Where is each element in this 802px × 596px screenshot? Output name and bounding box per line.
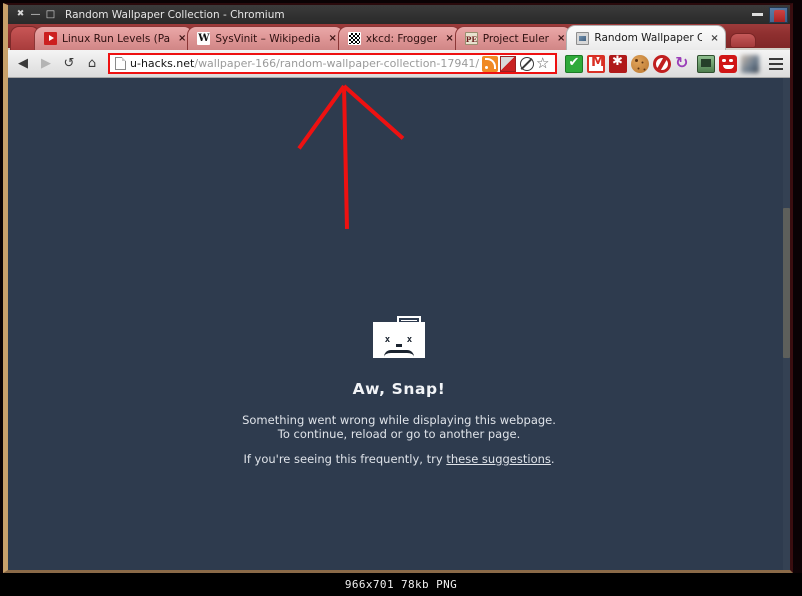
xkcd-icon	[347, 32, 361, 45]
smiley-extension-icon[interactable]	[719, 54, 737, 73]
arrow-right-wing	[342, 84, 405, 140]
tab-title: Project Euler	[482, 32, 549, 45]
error-heading: Aw, Snap!	[352, 380, 446, 398]
back-button[interactable]: ◀	[12, 53, 34, 75]
url-text: u-hacks.net/wallpaper-166/random-wallpap…	[130, 57, 480, 70]
reload-button[interactable]: ↺	[58, 53, 80, 75]
url-host: u-hacks.net	[130, 57, 195, 70]
error-line-3: If you're seeing this frequently, try th…	[8, 452, 790, 467]
window-title: Random Wallpaper Collection - Chromium	[65, 8, 285, 21]
error-line-1: Something went wrong while displaying th…	[242, 413, 556, 427]
tab-title: Random Wallpaper C	[594, 32, 703, 44]
window-right-controls	[752, 5, 788, 24]
folder-nose	[396, 344, 402, 347]
tab-strip: Linux Run Levels (Pa × W SysVinit – Wiki…	[8, 24, 790, 50]
image-info-text: 966x701 78kb PNG	[344, 578, 458, 591]
tab-title: SysVinit – Wikipedia	[215, 32, 321, 45]
tab-random-wallpaper-collection[interactable]: Random Wallpaper C ×	[566, 25, 726, 50]
error-line-3-suffix: .	[550, 452, 555, 466]
address-bar[interactable]: u-hacks.net/wallpaper-166/random-wallpap…	[108, 53, 557, 74]
tab-close-icon[interactable]: ×	[328, 33, 336, 44]
scrollbar-thumb[interactable]	[783, 208, 790, 358]
arrow-left-wing	[297, 84, 346, 150]
error-page: x x Aw, Snap! Something went wrong while…	[8, 316, 790, 467]
folder-frown	[384, 350, 414, 357]
tab-title: xkcd: Frogger	[365, 32, 438, 45]
folder-eye-left: x	[384, 335, 391, 345]
window-minimize-glyph[interactable]	[752, 13, 763, 16]
checkmark-extension-icon[interactable]	[565, 54, 583, 73]
window-maximize-button[interactable]: □	[43, 7, 58, 23]
sad-folder-icon: x x	[373, 316, 425, 358]
window-close-button[interactable]: ✖	[13, 7, 28, 23]
error-line-3-prefix: If you're seeing this frequently, try	[243, 452, 447, 466]
tab-close-icon[interactable]: ×	[710, 33, 718, 44]
home-button[interactable]: ⌂	[81, 53, 103, 75]
cookie-extension-icon[interactable]	[631, 54, 649, 73]
noscript-icon[interactable]	[518, 56, 534, 72]
page-scrollbar[interactable]	[783, 78, 790, 570]
pdf-download-icon[interactable]	[500, 55, 516, 72]
tab-title: Linux Run Levels (Pa	[62, 32, 170, 45]
folder-eye-right: x	[406, 335, 413, 345]
page-info-icon[interactable]	[115, 57, 126, 70]
window-minimize-button[interactable]: —	[28, 7, 43, 23]
url-path: /wallpaper-166/random-wallpaper-collecti…	[194, 57, 480, 70]
gmail-extension-icon[interactable]	[587, 54, 605, 73]
youtube-icon	[44, 32, 57, 45]
tab-close-icon[interactable]: ×	[178, 33, 186, 44]
tab-linux-run-levels[interactable]: Linux Run Levels (Pa ×	[34, 26, 194, 50]
browser-toolbar: ◀ ▶ ↺ ⌂ u-hacks.net/wallpaper-166/random…	[8, 50, 790, 78]
error-line-2: To continue, reload or go to another pag…	[277, 426, 521, 441]
window-thumbnail-icon[interactable]	[769, 6, 788, 23]
status-bar: 966x701 78kb PNG	[0, 573, 802, 596]
generic-page-icon	[576, 31, 590, 45]
project-euler-icon: PE	[464, 32, 478, 45]
browser-window-inner: ✖ — □ Random Wallpaper Collection - Chro…	[8, 5, 790, 570]
rss-feed-icon[interactable]	[482, 55, 498, 72]
folder-body: x x	[373, 322, 425, 358]
arrow-shaft	[342, 86, 349, 229]
adblock-extension-icon[interactable]	[653, 54, 671, 73]
tab-project-euler[interactable]: PE Project Euler ×	[454, 26, 573, 50]
tab-close-icon[interactable]: ×	[445, 33, 453, 44]
these-suggestions-link[interactable]: these suggestions	[446, 452, 551, 466]
screenshot-root: ✖ — □ Random Wallpaper Collection - Chro…	[0, 0, 802, 596]
hamburger-menu-icon[interactable]	[766, 55, 786, 73]
monitor-extension-icon[interactable]	[697, 54, 715, 73]
refresh-purple-extension-icon[interactable]	[675, 53, 693, 73]
asterisk-extension-icon[interactable]	[609, 54, 627, 73]
user-avatar-icon[interactable]	[741, 54, 759, 73]
tab-sysvinit-wikipedia[interactable]: W SysVinit – Wikipedia ×	[187, 26, 344, 50]
tab-xkcd-frogger[interactable]: xkcd: Frogger ×	[337, 26, 461, 50]
bookmark-star-icon[interactable]	[536, 55, 552, 72]
wikipedia-icon: W	[197, 32, 211, 45]
title-bar: ✖ — □ Random Wallpaper Collection - Chro…	[8, 5, 790, 24]
tab-close-icon[interactable]: ×	[557, 33, 565, 44]
forward-button[interactable]: ▶	[35, 53, 57, 75]
new-tab-button[interactable]	[729, 33, 756, 48]
page-viewport: x x Aw, Snap! Something went wrong while…	[8, 78, 790, 570]
browser-window: ✖ — □ Random Wallpaper Collection - Chro…	[3, 3, 793, 573]
